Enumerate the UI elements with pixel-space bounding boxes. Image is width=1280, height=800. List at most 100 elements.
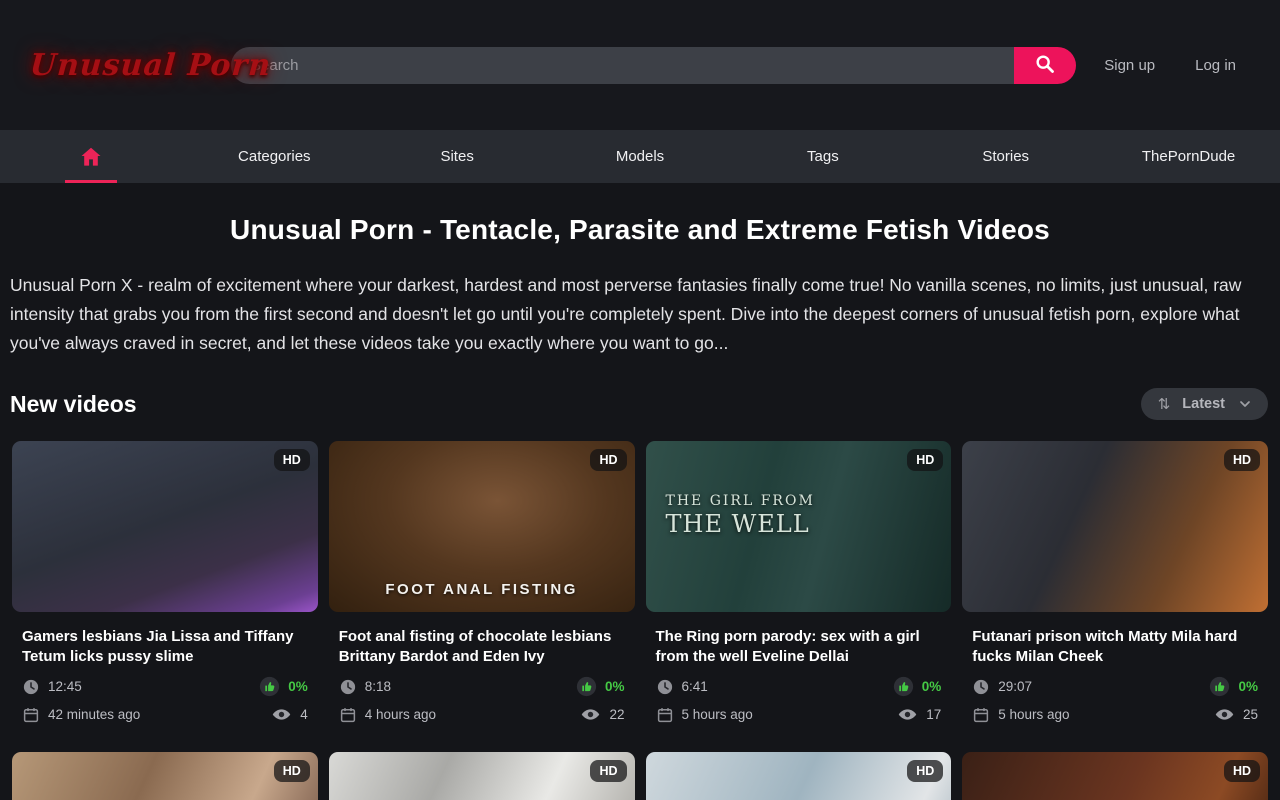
- calendar-icon: [339, 706, 357, 724]
- signup-link[interactable]: Sign up: [1104, 57, 1155, 74]
- nav-item-theporndude[interactable]: ThePornDude: [1097, 130, 1280, 183]
- sort-dropdown[interactable]: ⇅ Latest: [1141, 388, 1268, 420]
- video-age: 5 hours ago: [682, 707, 753, 722]
- video-duration: 6:41: [682, 679, 708, 694]
- hd-badge: HD: [274, 449, 310, 471]
- thumbnail-overlay-text: FOOT ANAL FISTING: [329, 581, 635, 598]
- nav-item-categories[interactable]: Categories: [183, 130, 366, 183]
- video-rating: 0%: [1238, 679, 1258, 694]
- video-meta: 29:07 0% 5 hours ago: [962, 676, 1268, 725]
- video-thumbnail[interactable]: HD: [329, 752, 635, 800]
- nav-item-label: Sites: [440, 148, 473, 165]
- hd-badge: HD: [590, 760, 626, 782]
- hd-badge: HD: [590, 449, 626, 471]
- nav-item-home[interactable]: [0, 130, 183, 183]
- clock-icon: [339, 678, 357, 696]
- section-header: New videos ⇅ Latest: [10, 388, 1268, 420]
- hd-badge: HD: [1224, 449, 1260, 471]
- hd-badge: HD: [907, 760, 943, 782]
- video-views: 25: [1243, 707, 1258, 722]
- calendar-icon: [656, 706, 674, 724]
- site-header: Unusual Porn Sign up Log in: [0, 0, 1280, 130]
- search-icon: [1034, 53, 1056, 78]
- video-card[interactable]: HD Futanari prison witch Matty Mila hard…: [962, 441, 1268, 725]
- nav-item-label: Stories: [982, 148, 1029, 165]
- calendar-icon: [22, 706, 40, 724]
- video-duration: 29:07: [998, 679, 1032, 694]
- video-thumbnail[interactable]: HD: [962, 752, 1268, 800]
- site-logo-text: Unusual Porn: [29, 48, 273, 83]
- thumbnail-overlay-text: THE GIRL FROM THE WELL: [666, 493, 815, 538]
- video-views: 4: [300, 707, 308, 722]
- page-title: Unusual Porn - Tentacle, Parasite and Ex…: [0, 214, 1280, 246]
- eye-icon: [1214, 704, 1235, 725]
- video-age: 42 minutes ago: [48, 707, 140, 722]
- thumbs-up-icon: [1209, 676, 1230, 697]
- nav-item-sites[interactable]: Sites: [366, 130, 549, 183]
- nav-item-label: Categories: [238, 148, 311, 165]
- sort-arrows-icon: ⇅: [1158, 397, 1171, 412]
- nav-item-label: Tags: [807, 148, 839, 165]
- eye-icon: [271, 704, 292, 725]
- eye-icon: [580, 704, 601, 725]
- section-heading: New videos: [10, 391, 137, 418]
- video-rating: 0%: [922, 679, 942, 694]
- video-card[interactable]: HD FOOT ANAL FISTING Foot anal fisting o…: [329, 441, 635, 725]
- video-title[interactable]: The Ring porn parody: sex with a girl fr…: [646, 627, 952, 667]
- video-title[interactable]: Foot anal fisting of chocolate lesbians …: [329, 627, 635, 667]
- video-thumbnail[interactable]: HD: [646, 752, 952, 800]
- video-duration: 8:18: [365, 679, 391, 694]
- search-input[interactable]: [231, 47, 1014, 84]
- nav-item-models[interactable]: Models: [549, 130, 732, 183]
- video-meta: 6:41 0% 5 hours ago: [646, 676, 952, 725]
- page-description: Unusual Porn X - realm of excitement whe…: [10, 271, 1270, 358]
- clock-icon: [972, 678, 990, 696]
- video-title[interactable]: Futanari prison witch Matty Mila hard fu…: [962, 627, 1268, 667]
- hd-badge: HD: [274, 760, 310, 782]
- thumbs-up-icon: [259, 676, 280, 697]
- video-views: 17: [926, 707, 941, 722]
- nav-item-tags[interactable]: Tags: [731, 130, 914, 183]
- auth-links: Sign up Log in: [1104, 57, 1236, 74]
- nav-item-stories[interactable]: Stories: [914, 130, 1097, 183]
- video-thumbnail[interactable]: HD FOOT ANAL FISTING: [329, 441, 635, 612]
- login-link[interactable]: Log in: [1195, 57, 1236, 74]
- video-meta: 12:45 0% 42 minutes ago: [12, 676, 318, 725]
- video-age: 4 hours ago: [365, 707, 436, 722]
- hd-badge: HD: [907, 449, 943, 471]
- thumbs-up-icon: [893, 676, 914, 697]
- main-nav: Categories Sites Models Tags Stories The…: [0, 130, 1280, 183]
- video-duration: 12:45: [48, 679, 82, 694]
- video-thumbnail[interactable]: HD: [12, 441, 318, 612]
- page: Unusual Porn Sign up Log in: [0, 0, 1280, 800]
- eye-icon: [897, 704, 918, 725]
- calendar-icon: [972, 706, 990, 724]
- video-card[interactable]: HD THE GIRL FROM THE WELL The Ring porn …: [646, 441, 952, 725]
- video-thumbnail[interactable]: HD THE GIRL FROM THE WELL: [646, 441, 952, 612]
- video-rating: 0%: [605, 679, 625, 694]
- hd-badge: HD: [1224, 760, 1260, 782]
- video-views: 22: [609, 707, 624, 722]
- home-icon: [79, 145, 103, 169]
- sort-selected-label: Latest: [1182, 396, 1225, 412]
- video-card[interactable]: HD: [329, 752, 635, 800]
- video-card[interactable]: HD: [12, 752, 318, 800]
- video-age: 5 hours ago: [998, 707, 1069, 722]
- video-card[interactable]: HD: [646, 752, 952, 800]
- video-grid: HD Gamers lesbians Jia Lissa and Tiffany…: [12, 441, 1268, 800]
- clock-icon: [656, 678, 674, 696]
- video-title[interactable]: Gamers lesbians Jia Lissa and Tiffany Te…: [12, 627, 318, 667]
- site-logo[interactable]: Unusual Porn: [30, 48, 215, 83]
- search-bar: [231, 47, 1076, 84]
- video-thumbnail[interactable]: HD: [12, 752, 318, 800]
- video-meta: 8:18 0% 4 hours ago: [329, 676, 635, 725]
- search-button[interactable]: [1014, 47, 1076, 84]
- nav-item-label: Models: [616, 148, 664, 165]
- clock-icon: [22, 678, 40, 696]
- video-card[interactable]: HD: [962, 752, 1268, 800]
- video-rating: 0%: [288, 679, 308, 694]
- video-thumbnail[interactable]: HD: [962, 441, 1268, 612]
- video-card[interactable]: HD Gamers lesbians Jia Lissa and Tiffany…: [12, 441, 318, 725]
- chevron-down-icon: [1237, 396, 1253, 412]
- nav-item-label: ThePornDude: [1142, 148, 1235, 165]
